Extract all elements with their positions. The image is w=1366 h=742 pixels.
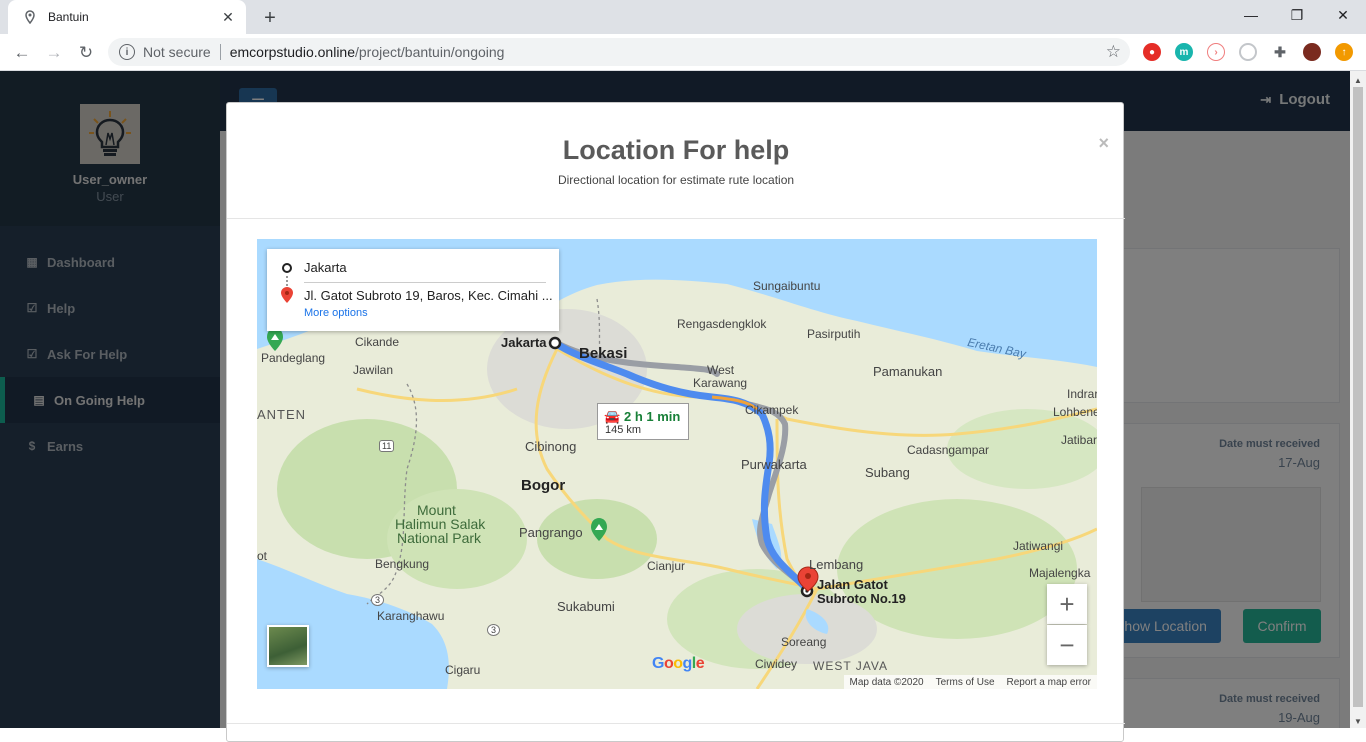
new-tab-button[interactable]: + xyxy=(258,6,282,30)
map-label: Bogor xyxy=(521,477,566,494)
update-icon[interactable]: ↑ xyxy=(1335,43,1353,61)
more-options-link[interactable]: More options xyxy=(304,307,368,319)
directions-card: Jakarta Jl. Gatot Subroto 19, Baros, Kec… xyxy=(267,249,559,331)
satellite-toggle[interactable] xyxy=(267,625,309,667)
extensions-puzzle-icon[interactable]: ✚ xyxy=(1271,43,1289,61)
restore-icon[interactable]: ❐ xyxy=(1274,0,1320,30)
bookmark-star-icon[interactable]: ☆ xyxy=(1106,42,1121,62)
map-label: Lohbene xyxy=(1053,405,1097,419)
terms-link[interactable]: Terms of Use xyxy=(936,677,995,688)
map-label: Cadasngampar xyxy=(907,443,990,457)
road-shield: 11 xyxy=(379,440,395,452)
map-label: Pamanukan xyxy=(873,364,943,379)
url-host: emcorpstudio.online xyxy=(229,44,355,60)
map-label: Majalengka xyxy=(1029,566,1091,580)
destination-label: Jalan Gatot xyxy=(817,577,888,592)
browser-toolbar: ← → ↻ i Not secure emcorpstudio.online/p… xyxy=(0,34,1366,71)
route-map[interactable]: Sungaibuntu Rengasdengklok Pasirputih Er… xyxy=(257,239,1097,689)
info-icon[interactable]: i xyxy=(119,44,135,60)
location-pin-icon xyxy=(22,9,38,25)
map-label: Subang xyxy=(865,465,910,480)
map-label: Pandeglang xyxy=(261,351,326,365)
route-time: 2 h 1 min xyxy=(624,409,681,424)
map-label: Jakarta xyxy=(501,335,547,350)
close-tab-icon[interactable]: ✕ xyxy=(220,9,236,25)
forward-arrow-icon[interactable]: → xyxy=(40,39,68,67)
map-label: ANTEN xyxy=(257,407,307,422)
map-label: ot xyxy=(257,549,268,563)
map-label: National Park xyxy=(397,530,482,546)
map-label: Sukabumi xyxy=(557,599,615,614)
map-label: Cikande xyxy=(355,335,400,349)
map-label: Pasirputih xyxy=(807,327,861,341)
origin-circle-icon xyxy=(282,263,292,273)
road-shield: 3 xyxy=(371,594,385,606)
modal-subtitle: Directional location for estimate rute l… xyxy=(557,173,795,187)
address-bar[interactable]: i Not secure emcorpstudio.online/project… xyxy=(108,38,1130,66)
minimize-icon[interactable]: — xyxy=(1228,0,1274,30)
back-arrow-icon[interactable]: ← xyxy=(8,39,36,67)
map-label: Jatiwangi xyxy=(1013,539,1064,553)
map-label: WEST JAVA xyxy=(813,659,889,673)
map-label: Soreang xyxy=(781,635,827,649)
map-label: Cigaru xyxy=(445,663,481,677)
car-icon: 🚘 xyxy=(604,409,621,424)
zoom-out-button[interactable]: − xyxy=(1047,625,1087,665)
modal-title: Location For help xyxy=(562,135,790,165)
origin-field[interactable]: Jakarta xyxy=(304,260,347,275)
map-label: Bekasi xyxy=(579,345,628,362)
map-label: Karanghawu xyxy=(377,609,445,623)
map-label: West xyxy=(707,363,735,377)
map-label: Lembang xyxy=(809,557,864,572)
map-label: Indrar xyxy=(1067,387,1097,401)
extension-arc-icon[interactable] xyxy=(1239,43,1257,61)
extension-m-icon[interactable]: m xyxy=(1175,43,1193,61)
map-label: Jatibar xyxy=(1061,433,1097,447)
map-label: Cikampek xyxy=(745,403,799,417)
route-distance: 145 km xyxy=(605,424,642,436)
map-attribution: Map data ©2020 Terms of Use Report a map… xyxy=(843,675,1097,689)
url-path: /project/bantuin/ongoing xyxy=(355,44,505,60)
close-window-icon[interactable]: ✕ xyxy=(1320,0,1366,30)
scroll-down-icon[interactable]: ▼ xyxy=(1350,714,1366,728)
map-label: Cibinong xyxy=(525,439,577,454)
scroll-thumb[interactable] xyxy=(1353,87,1363,707)
map-label: Purwakarta xyxy=(741,457,807,472)
destination-label: Subroto No.19 xyxy=(817,591,906,606)
map-label: Karawang xyxy=(693,376,748,390)
extension-arrow-icon[interactable]: › xyxy=(1207,43,1225,61)
reload-icon[interactable]: ↻ xyxy=(72,39,100,67)
destination-field[interactable]: Jl. Gatot Subroto 19, Baros, Kec. Cimahi… xyxy=(304,288,553,303)
report-error-link[interactable]: Report a map error xyxy=(1007,677,1091,688)
scroll-up-icon[interactable]: ▲ xyxy=(1350,73,1366,87)
browser-tab[interactable]: Bantuin ✕ xyxy=(8,0,246,34)
profile-avatar-icon[interactable] xyxy=(1303,43,1321,61)
zoom-in-button[interactable]: + xyxy=(1047,584,1087,624)
extension-red-icon[interactable]: ● xyxy=(1143,43,1161,61)
security-label: Not secure xyxy=(143,44,211,60)
map-label: Sungaibuntu xyxy=(753,279,821,293)
google-logo: Google xyxy=(652,655,705,672)
map-label: Ciwidey xyxy=(755,657,798,671)
map-data-text: Map data ©2020 xyxy=(849,676,924,688)
map-label: Bengkung xyxy=(375,557,430,571)
map-label: Pangrango xyxy=(519,525,583,540)
route-info-box[interactable]: 🚘 2 h 1 min 145 km xyxy=(597,403,689,440)
tab-title: Bantuin xyxy=(48,10,89,24)
map-label: Rengasdengklok xyxy=(677,317,767,331)
browser-tabstrip: Bantuin ✕ + — ❐ ✕ xyxy=(0,0,1366,34)
road-shield: 3 xyxy=(487,624,501,636)
map-label: Jawilan xyxy=(353,363,394,377)
map-label: Cianjur xyxy=(647,559,686,573)
page-scrollbar[interactable]: ▲ ▼ xyxy=(1350,71,1366,728)
location-modal: × Location For help Directional location… xyxy=(226,102,1125,742)
